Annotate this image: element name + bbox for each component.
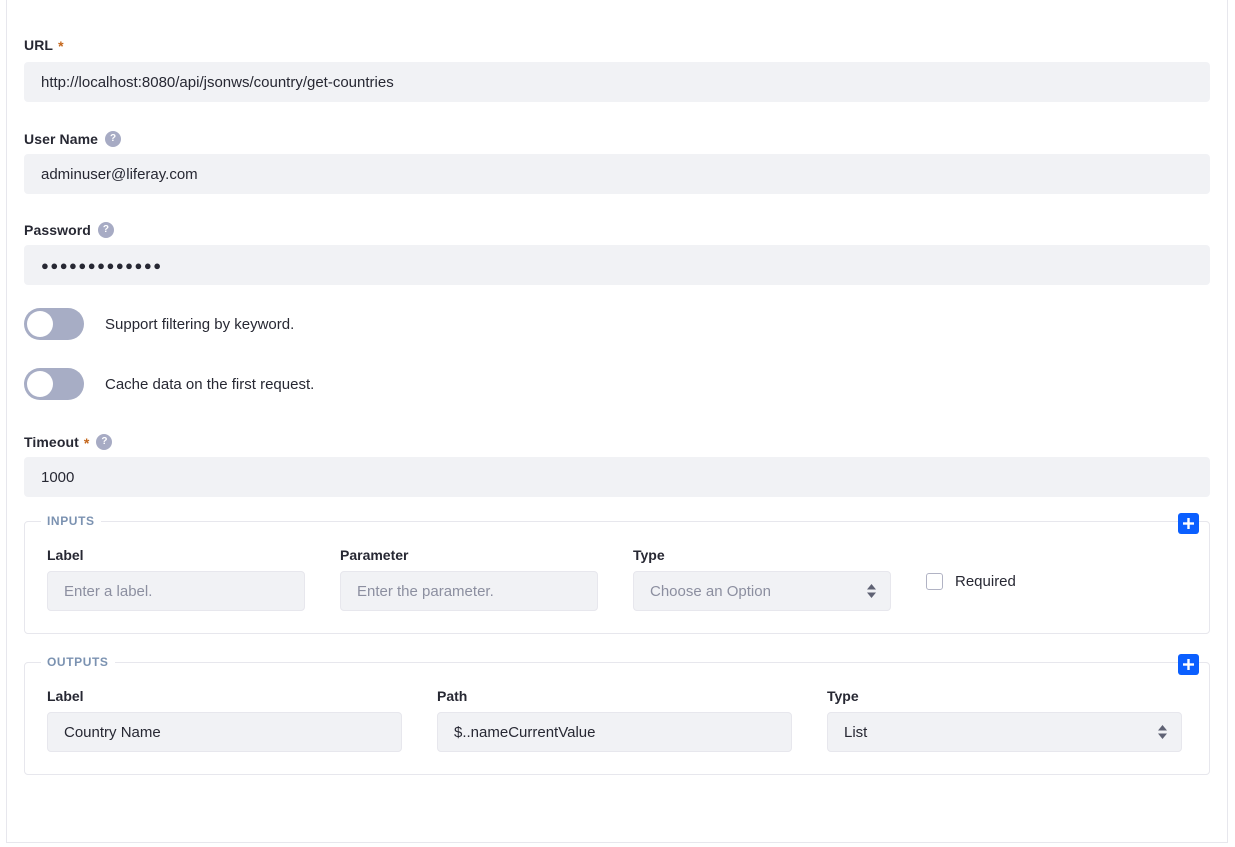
output-path-input[interactable]: $..nameCurrentValue	[437, 712, 792, 752]
user-name-label-text: User Name	[24, 131, 99, 147]
input-label-caption: Label	[47, 547, 84, 563]
plus-icon	[1183, 659, 1194, 670]
url-label-text: URL	[24, 37, 54, 53]
output-type-caption: Type	[827, 688, 859, 704]
output-path-caption: Path	[437, 688, 468, 704]
cache-data-toggle[interactable]	[24, 368, 84, 400]
required-checkbox-row[interactable]: Required	[926, 571, 1016, 590]
input-parameter-input[interactable]: Enter the parameter.	[340, 571, 598, 611]
cache-data-toggle-row[interactable]: Cache data on the first request.	[24, 368, 314, 400]
user-name-label: User Name ?	[24, 131, 122, 147]
url-input[interactable]: http://localhost:8080/api/jsonws/country…	[24, 62, 1210, 102]
timeout-required-asterisk: *	[83, 435, 90, 451]
output-type-selected-value: List	[844, 723, 868, 741]
help-question-icon[interactable]: ?	[105, 131, 122, 147]
input-type-field: Type Choose an Option	[633, 548, 891, 611]
sort-order-icon	[1157, 725, 1168, 740]
timeout-label-text: Timeout	[24, 434, 79, 450]
inputs-legend: INPUTS	[41, 514, 101, 528]
password-input[interactable]: ●●●●●●●●●●●●●	[24, 245, 1210, 285]
required-checkbox[interactable]	[926, 573, 943, 590]
output-label-input[interactable]: Country Name	[47, 712, 402, 752]
timeout-label: Timeout * ?	[24, 434, 113, 451]
output-label-caption: Label	[47, 688, 84, 704]
plus-icon	[1183, 518, 1194, 529]
toggle-knob	[27, 311, 53, 337]
add-input-button[interactable]	[1178, 513, 1199, 534]
form-page: URL * http://localhost:8080/api/jsonws/c…	[0, 0, 1235, 847]
url-required-asterisk: *	[58, 38, 64, 54]
input-type-caption: Type	[633, 547, 665, 563]
outputs-row: Label Country Name Path $..nameCurrentVa…	[25, 663, 1209, 774]
input-label-input[interactable]: Enter a label.	[47, 571, 305, 611]
toggle-knob	[27, 371, 53, 397]
support-filtering-toggle[interactable]	[24, 308, 84, 340]
input-required-field: Required	[926, 548, 1016, 590]
inputs-row: Label Enter a label. Parameter Enter the…	[25, 522, 1209, 633]
password-label-text: Password	[24, 222, 91, 238]
output-type-select[interactable]: List	[827, 712, 1182, 752]
output-type-field: Type List	[827, 689, 1182, 752]
help-question-icon[interactable]: ?	[97, 222, 114, 238]
input-parameter-caption: Parameter	[340, 547, 409, 563]
output-label-field: Label Country Name	[47, 689, 402, 752]
add-output-button[interactable]	[1178, 654, 1199, 675]
output-path-field: Path $..nameCurrentValue	[437, 689, 792, 752]
card-footer-divider	[6, 842, 1228, 843]
help-question-icon[interactable]: ?	[96, 434, 113, 450]
timeout-input[interactable]: 1000	[24, 457, 1210, 497]
input-label-field: Label Enter a label.	[47, 548, 305, 611]
inputs-fieldset: INPUTS Label Enter a label. Parameter En…	[24, 513, 1210, 634]
input-type-selected-value: Choose an Option	[650, 582, 771, 600]
support-filtering-toggle-label: Support filtering by keyword.	[105, 315, 295, 333]
sort-order-icon	[866, 584, 877, 599]
cache-data-toggle-label: Cache data on the first request.	[105, 375, 315, 393]
password-label: Password ?	[24, 222, 114, 238]
url-label: URL *	[24, 37, 64, 54]
outputs-legend: OUTPUTS	[41, 655, 115, 669]
required-checkbox-label: Required	[955, 573, 1016, 590]
input-type-select[interactable]: Choose an Option	[633, 571, 891, 611]
input-parameter-field: Parameter Enter the parameter.	[340, 548, 598, 611]
support-filtering-toggle-row[interactable]: Support filtering by keyword.	[24, 308, 294, 340]
user-name-input[interactable]: adminuser@liferay.com	[24, 154, 1210, 194]
outputs-fieldset: OUTPUTS Label Country Name Path $..nameC…	[24, 654, 1210, 775]
